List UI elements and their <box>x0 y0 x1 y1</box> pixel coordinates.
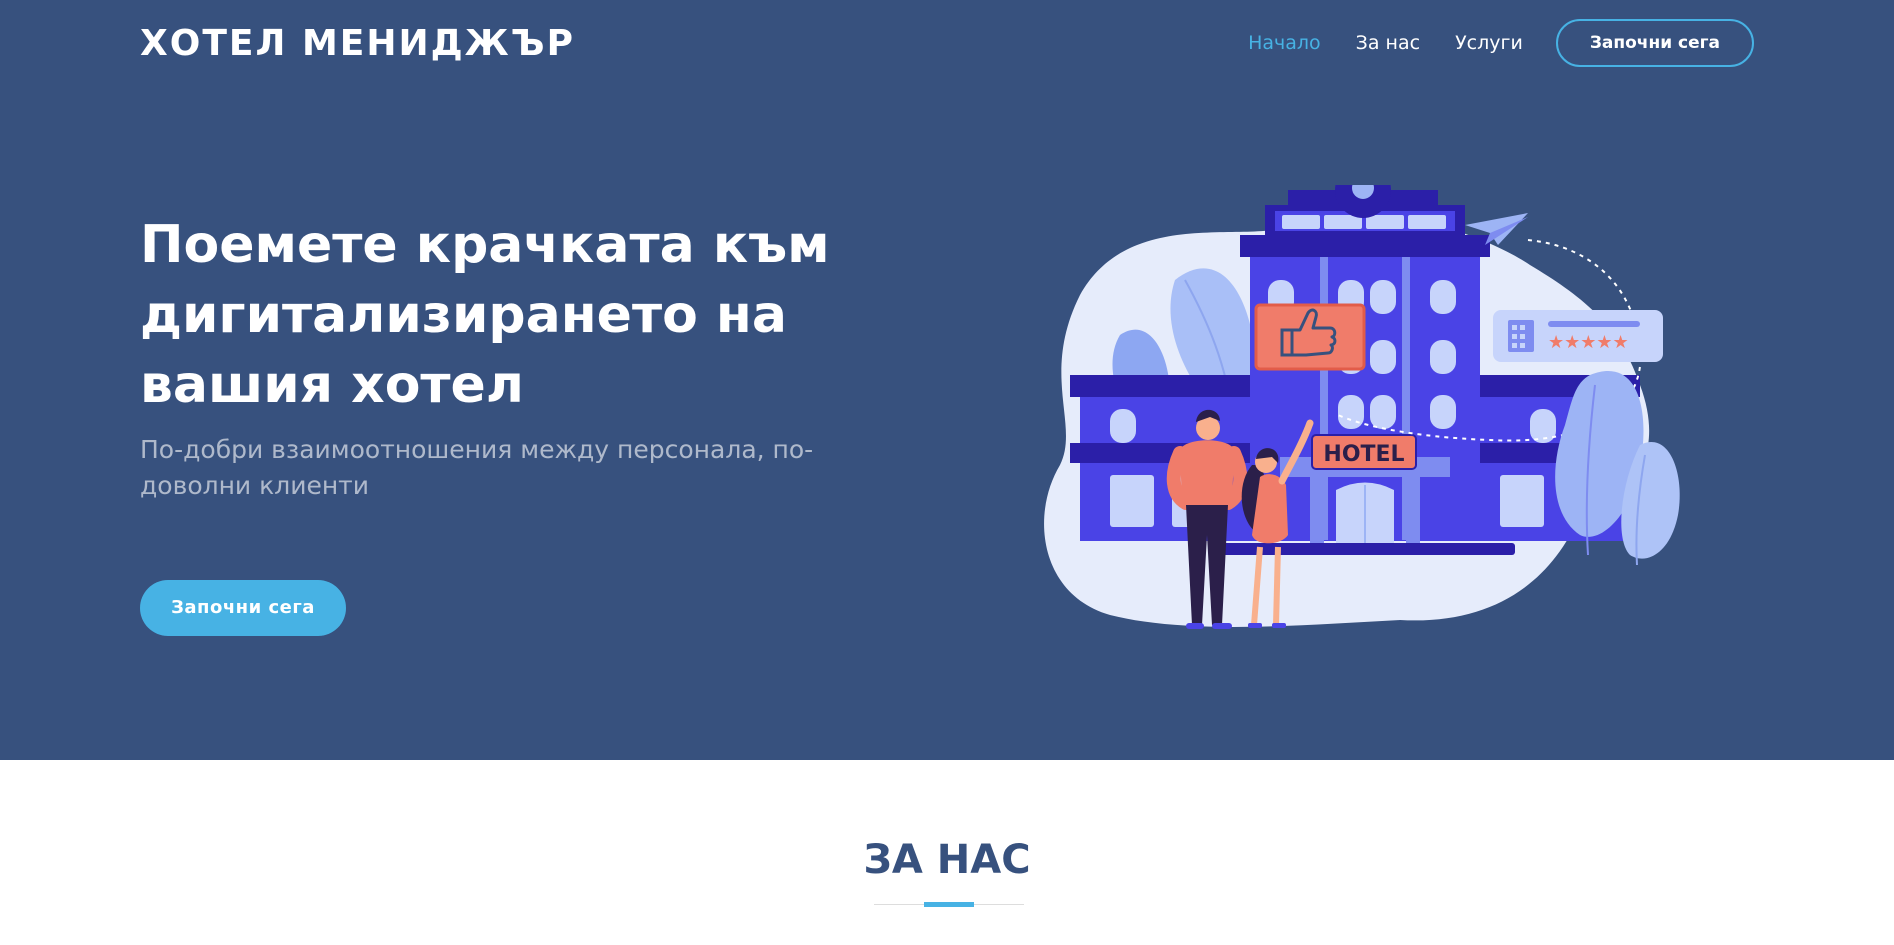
star-icon: ★★★★★ <box>1548 332 1629 353</box>
nav-item-services[interactable]: Услуги <box>1455 32 1523 54</box>
hero-subtitle: По-добри взаимоотношения между персонала… <box>140 435 814 500</box>
header-get-started-button[interactable]: Започни сега <box>1555 19 1754 67</box>
site-logo[interactable]: ХОТЕЛ МЕНИДЖЪР <box>140 20 575 68</box>
building-icon <box>1508 320 1534 352</box>
hero-title-line: вашия хотел <box>140 355 524 415</box>
hero-title-line: дигитализирането на <box>140 285 787 345</box>
site-header: ХОТЕЛ МЕНИДЖЪР Начало За нас Услуги Запо… <box>0 0 1894 86</box>
hotel-illustration: HOTEL ★★★★★ <box>1044 185 1680 629</box>
hero-title: Поемете крачката към дигитализирането на… <box>140 210 880 420</box>
svg-text:★★★★★: ★★★★★ <box>1548 332 1629 353</box>
main-nav: Начало За нас Услуги Започни сега <box>1213 19 1754 67</box>
hero-get-started-button[interactable]: Започни сега <box>140 580 346 636</box>
hotel-sign-text: HOTEL <box>1323 442 1404 467</box>
nav-item-about[interactable]: За нас <box>1356 32 1420 54</box>
hero-section: ХОТЕЛ МЕНИДЖЪР Начало За нас Услуги Запо… <box>0 0 1894 760</box>
section-divider-accent <box>924 902 974 907</box>
nav-item-home[interactable]: Начало <box>1248 32 1321 54</box>
about-section-title: ЗА НАС <box>863 837 1031 883</box>
hero-title-line: Поемете крачката към <box>140 215 830 275</box>
